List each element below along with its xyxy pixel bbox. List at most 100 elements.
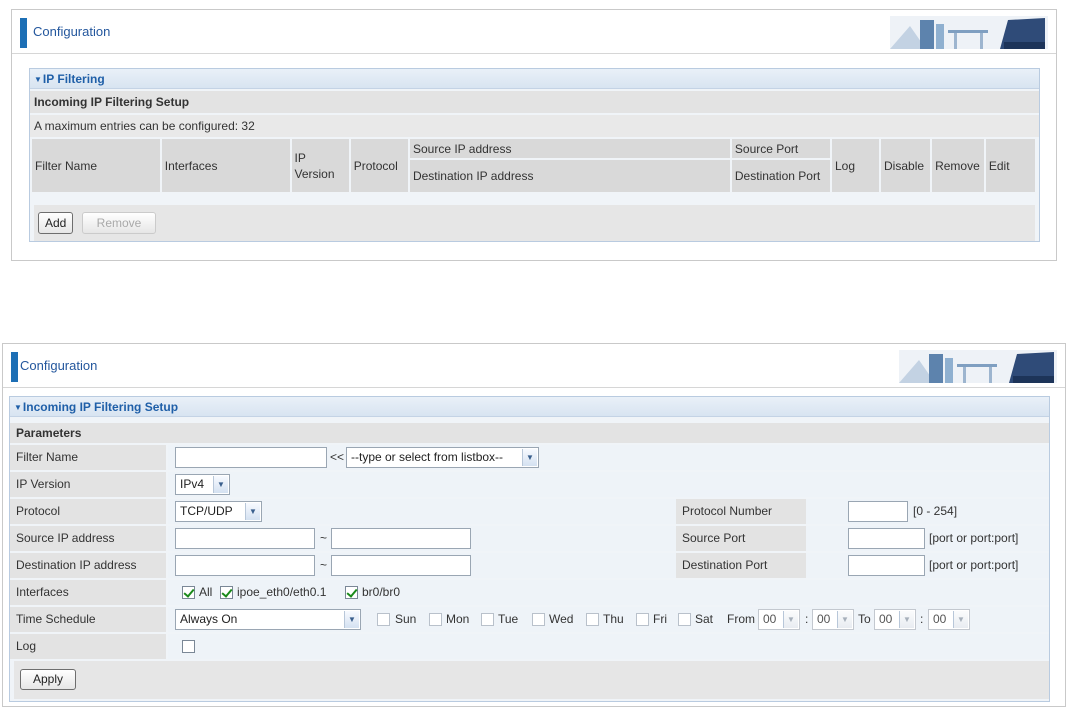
triangle-down-icon: ▼ xyxy=(14,403,22,412)
destination-port-input[interactable] xyxy=(848,555,925,576)
time-schedule-label: Time Schedule xyxy=(10,607,166,632)
col-source-ip: Source IP address xyxy=(409,139,730,158)
day-sun-label: Sun xyxy=(395,612,417,626)
accent-bar-2 xyxy=(11,352,18,382)
filter-rules-table: Filter Name Interfaces IP Version Protoc… xyxy=(30,137,1037,194)
day-tue-checkbox[interactable] xyxy=(481,613,494,626)
protocol-value: TCP/UDP xyxy=(180,504,233,518)
rule-actions-bar: Add Remove xyxy=(34,205,1035,241)
protocol-number-input[interactable] xyxy=(848,501,908,522)
ip-version-select[interactable]: IPv4 ▼ xyxy=(175,474,230,495)
filter-name-listbox-value: --type or select from listbox-- xyxy=(351,450,504,464)
day-fri-checkbox[interactable] xyxy=(636,613,649,626)
day-thu-label: Thu xyxy=(603,612,624,626)
day-mon-label: Mon xyxy=(446,612,470,626)
from-minute-select[interactable]: 00 ▼ xyxy=(812,609,854,630)
source-ip-range-sep: ~ xyxy=(320,531,328,545)
interface-all-checkbox[interactable] xyxy=(182,586,195,599)
filter-name-row: Filter Name << --type or select from lis… xyxy=(10,445,1049,470)
protocol-cell: TCP/UDP ▼ Protocol Number [0 - 254] xyxy=(168,499,1049,524)
interfaces-row: Interfaces All ipoe_eth0/eth0.1 br0/br0 xyxy=(10,580,1049,605)
chevron-down-icon: ▼ xyxy=(953,611,968,628)
listbox-arrows: << xyxy=(330,450,345,464)
protocol-label: Protocol xyxy=(10,499,166,524)
configuration-header-2: Configuration xyxy=(3,344,1065,388)
destination-port-label: Destination Port xyxy=(676,553,806,578)
source-ip-end-input[interactable] xyxy=(331,528,471,549)
destination-ip-start-input[interactable] xyxy=(175,555,315,576)
to-hour-select[interactable]: 00 ▼ xyxy=(874,609,916,630)
office-banner-image xyxy=(890,16,1048,49)
ip-version-value: IPv4 xyxy=(180,477,205,491)
triangle-down-icon: ▼ xyxy=(34,75,42,84)
incoming-setup-section-header[interactable]: ▼Incoming IP Filtering Setup xyxy=(10,397,1049,417)
chevron-down-icon: ▼ xyxy=(213,476,228,493)
col-destination-ip: Destination IP address xyxy=(409,160,730,192)
day-tue-label: Tue xyxy=(498,612,519,626)
day-sat-checkbox[interactable] xyxy=(678,613,691,626)
ip-version-label: IP Version xyxy=(10,472,166,497)
from-label: From xyxy=(727,612,755,626)
source-ip-start-input[interactable] xyxy=(175,528,315,549)
max-entries-text: A maximum entries can be configured: 32 xyxy=(30,115,1039,137)
day-wed-checkbox[interactable] xyxy=(532,613,545,626)
to-minute-value: 00 xyxy=(933,612,947,626)
source-port-input[interactable] xyxy=(848,528,925,549)
interfaces-label: Interfaces xyxy=(10,580,166,605)
configuration-title-2: Configuration xyxy=(20,358,98,373)
add-button[interactable]: Add xyxy=(38,212,74,234)
col-edit: Edit xyxy=(985,139,1035,192)
source-port-label: Source Port xyxy=(676,526,806,551)
filter-name-listbox[interactable]: --type or select from listbox-- ▼ xyxy=(346,447,539,468)
incoming-setup-title: Incoming IP Filtering Setup xyxy=(30,91,1039,113)
destination-ip-label: Destination IP address xyxy=(10,553,166,578)
to-hour-value: 00 xyxy=(879,612,893,626)
from-time-sep: : xyxy=(805,612,809,626)
destination-ip-end-input[interactable] xyxy=(331,555,471,576)
interfaces-cell: All ipoe_eth0/eth0.1 br0/br0 xyxy=(168,580,1049,605)
ip-filtering-title: IP Filtering xyxy=(42,72,105,86)
configuration-header: Configuration xyxy=(12,10,1056,54)
destination-ip-row: Destination IP address ~ Destination Por… xyxy=(10,553,1049,578)
day-thu-checkbox[interactable] xyxy=(586,613,599,626)
source-port-hint: [port or port:port] xyxy=(929,531,1019,545)
source-ip-label: Source IP address xyxy=(10,526,166,551)
protocol-number-label: Protocol Number xyxy=(676,499,806,524)
to-minute-select[interactable]: 00 ▼ xyxy=(928,609,970,630)
interface-ipoe-checkbox[interactable] xyxy=(220,586,233,599)
day-sat-label: Sat xyxy=(695,612,714,626)
from-hour-value: 00 xyxy=(763,612,777,626)
chevron-down-icon: ▼ xyxy=(344,611,359,628)
source-ip-row: Source IP address ~ Source Port [port or… xyxy=(10,526,1049,551)
ip-filtering-section-header[interactable]: ▼IP Filtering xyxy=(30,69,1039,89)
chevron-down-icon: ▼ xyxy=(899,611,914,628)
ip-version-cell: IPv4 ▼ xyxy=(168,472,1049,497)
time-schedule-select[interactable]: Always On ▼ xyxy=(175,609,361,630)
incoming-filter-setup-section: ▼Incoming IP Filtering Setup Parameters … xyxy=(9,396,1050,702)
to-label: To xyxy=(858,612,871,626)
log-checkbox[interactable] xyxy=(182,640,195,653)
apply-bar: Apply xyxy=(14,661,1049,699)
accent-bar xyxy=(20,18,27,48)
col-filter-name: Filter Name xyxy=(32,139,160,192)
log-row: Log xyxy=(10,634,1049,659)
col-log: Log xyxy=(832,139,880,192)
filter-name-input[interactable] xyxy=(175,447,327,468)
ip-version-row: IP Version IPv4 ▼ xyxy=(10,472,1049,497)
chevron-down-icon: ▼ xyxy=(783,611,798,628)
remove-button[interactable]: Remove xyxy=(82,212,156,234)
from-hour-select[interactable]: 00 ▼ xyxy=(758,609,800,630)
day-sun-checkbox[interactable] xyxy=(377,613,390,626)
day-mon-checkbox[interactable] xyxy=(429,613,442,626)
day-wed-label: Wed xyxy=(549,612,574,626)
interface-all-label: All xyxy=(199,585,213,599)
time-schedule-row: Time Schedule Always On ▼ Sun Mon Tue We… xyxy=(10,607,1049,632)
interface-br0-checkbox[interactable] xyxy=(345,586,358,599)
apply-button[interactable]: Apply xyxy=(20,669,76,690)
col-source-port: Source Port xyxy=(731,139,830,158)
protocol-number-hint: [0 - 254] xyxy=(913,504,958,518)
ip-filtering-panel: Configuration ▼IP Filtering Incoming IP … xyxy=(11,9,1057,261)
protocol-select[interactable]: TCP/UDP ▼ xyxy=(175,501,262,522)
time-schedule-cell: Always On ▼ Sun Mon Tue Wed Thu Fri Sat … xyxy=(168,607,1049,632)
chevron-down-icon: ▼ xyxy=(245,503,260,520)
